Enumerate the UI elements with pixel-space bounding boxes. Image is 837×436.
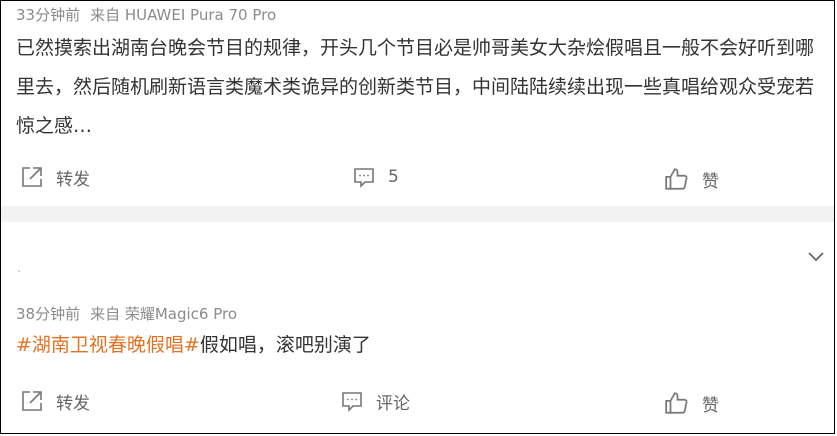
post-source: 来自 荣耀Magic6 Pro (90, 305, 238, 323)
comment-label: 评论 (376, 393, 410, 414)
comment-count: 5 (388, 167, 399, 187)
like-button[interactable]: 赞 (664, 164, 719, 194)
like-button[interactable]: 赞 (664, 388, 719, 418)
hashtag-link[interactable]: #湖南卫视春晚假唱# (16, 334, 200, 356)
like-label: 赞 (702, 171, 719, 192)
post-text: 已然摸索出湖南台晚会节目的规律，开头几个节目必是帅哥美女大杂烩假唱且一般不会好听… (16, 29, 821, 146)
action-bar: 转发 5 赞 (0, 162, 837, 192)
comment-button[interactable]: 5 (352, 162, 399, 192)
post-body: 已然摸索出湖南台晚会节目的规律，开头几个节目必是帅哥美女大杂烩假唱且一般不会好听… (16, 37, 815, 137)
thumbs-up-icon (665, 168, 688, 190)
section-divider (1, 206, 834, 222)
share-icon (22, 167, 42, 187)
like-label: 赞 (702, 395, 719, 416)
post-time: 33分钟前 (16, 6, 81, 24)
repost-label: 转发 (56, 393, 90, 414)
post-meta: 38分钟前 来自 荣耀Magic6 Pro (16, 303, 237, 324)
action-bar: 转发 评论 赞 (0, 386, 837, 416)
post-source: 来自 HUAWEI Pura 70 Pro (90, 6, 277, 24)
chevron-down-icon[interactable] (806, 249, 826, 263)
post-meta: 33分钟前 来自 HUAWEI Pura 70 Pro (16, 4, 276, 25)
share-icon (22, 391, 42, 411)
repost-button[interactable]: 转发 (20, 386, 90, 416)
comment-icon (342, 392, 362, 412)
post-body: 假如唱，滚吧别演了 (199, 334, 371, 356)
comment-icon (354, 168, 374, 188)
bullet-dot (18, 270, 20, 272)
post-time: 38分钟前 (16, 305, 81, 323)
comment-button[interactable]: 评论 (340, 386, 410, 416)
post-text: #湖南卫视春晚假唱#假如唱，滚吧别演了 (16, 326, 821, 365)
thumbs-up-icon (665, 392, 688, 414)
repost-button[interactable]: 转发 (20, 162, 90, 192)
repost-label: 转发 (56, 169, 90, 190)
